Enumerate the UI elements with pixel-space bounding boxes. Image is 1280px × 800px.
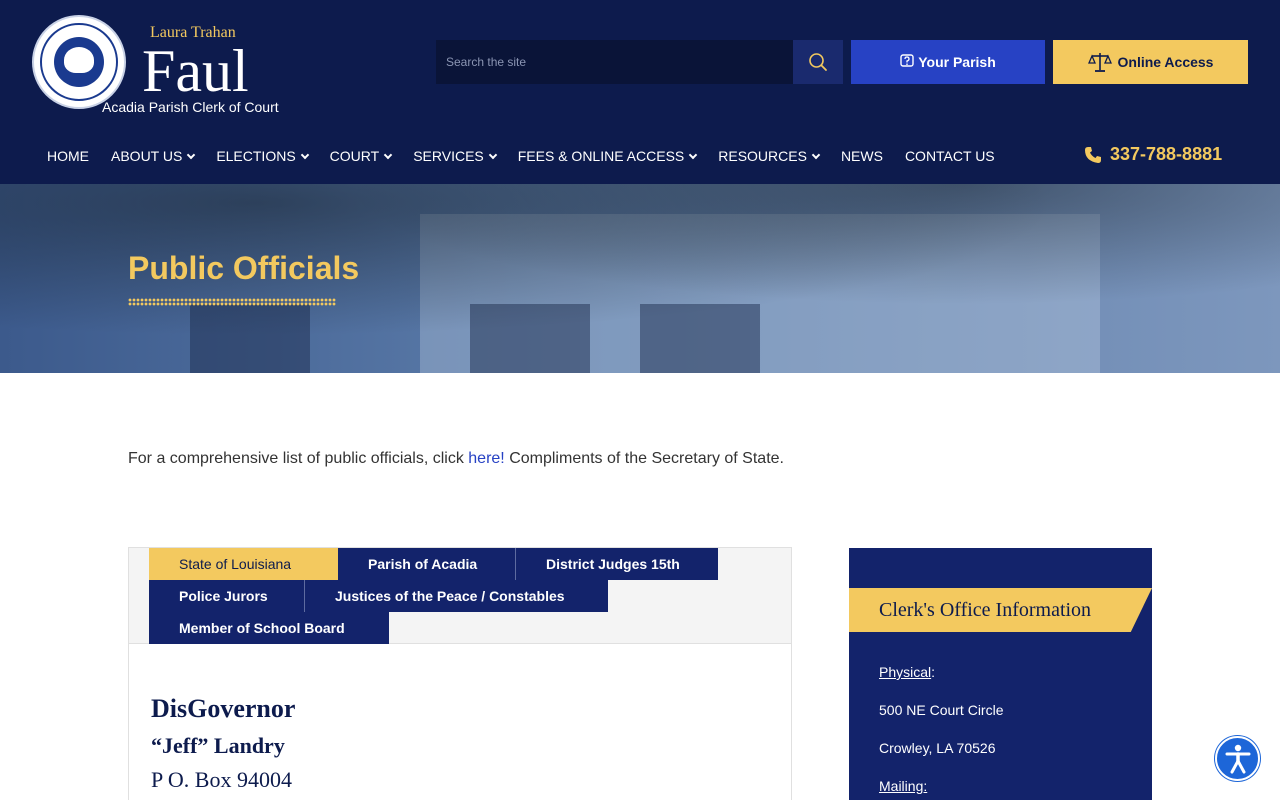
your-parish-label: Your Parish [918,54,996,70]
official-address: P O. Box 94004 [151,767,292,792]
search-input[interactable] [436,40,793,84]
clerk-seal-logo[interactable] [32,15,126,109]
online-access-label: Online Access [1117,54,1214,70]
title-underline-dots [128,298,336,306]
phone-number: 337-788-8881 [1110,144,1223,164]
tab-district-judges[interactable]: District Judges 15th [515,548,718,580]
official-title: DisGovernor [151,694,296,723]
nav-services[interactable]: SERVICES [413,148,497,164]
physical-street: 500 NE Court Circle [879,702,1004,718]
search-button[interactable] [793,40,843,84]
tabs-bar: State of Louisiana Parish of Acadia Dist… [129,548,791,644]
physical-city: Crowley, LA 70526 [879,740,996,756]
question-icon [900,54,914,67]
intro-text-after: Compliments of the Secretary of State. [504,450,784,467]
official-entry: DisGovernor “Jeff” Landry P O. Box 94004 [151,694,295,794]
sidebar-heading: Clerk's Office Information [849,588,1152,632]
officials-tabs-panel: State of Louisiana Parish of Acadia Dist… [128,547,792,800]
nav-label: HOME [47,148,89,164]
tab-justices-of-the-peace[interactable]: Justices of the Peace / Constables [304,580,608,612]
nav-contact-us[interactable]: CONTACT US [905,148,995,164]
hero-banner: Public Officials [0,184,1280,373]
chevron-down-icon [300,150,309,159]
chevron-down-icon [488,150,497,159]
tab-parish-of-acadia[interactable]: Parish of Acadia [338,548,515,580]
logo-subtitle: Acadia Parish Clerk of Court [102,99,279,115]
physical-colon: : [931,664,936,680]
nav-fees-online-access[interactable]: FEES & ONLINE ACCESS [517,148,698,164]
official-name: “Jeff” Landry [151,733,285,758]
main-nav: HOME ABOUT US ELECTIONS COURT SERVICES F… [47,144,1017,168]
secretary-of-state-link[interactable]: here! [468,450,504,467]
accessibility-icon [1225,744,1250,773]
phone-icon [1085,146,1101,163]
tab-member-of-school-board[interactable]: Member of School Board [149,612,389,644]
search-icon [809,53,827,71]
chevron-down-icon [811,150,821,159]
chevron-down-icon [187,150,196,159]
nav-label: COURT [329,148,380,164]
tab-police-jurors[interactable]: Police Jurors [149,580,304,612]
site-header: Laura Trahan Faul Acadia Parish Clerk of… [0,0,1280,184]
online-access-button[interactable]: Online Access [1053,40,1248,84]
intro-text-before: For a comprehensive list of public offic… [128,450,469,467]
tab-state-of-louisiana[interactable]: State of Louisiana [149,548,338,580]
nav-court[interactable]: COURT [329,148,393,164]
mailing-label: Mailing: [879,778,928,794]
clerk-office-sidebar: Clerk's Office Information Physical: 500… [849,548,1152,800]
intro-paragraph: For a comprehensive list of public offic… [128,450,784,468]
nav-home[interactable]: HOME [47,148,89,164]
physical-label: Physical [879,664,932,680]
nav-news[interactable]: NEWS [841,148,883,164]
chevron-down-icon [689,150,698,159]
phone-link[interactable]: 337-788-8881 [1084,144,1222,165]
nav-resources[interactable]: RESOURCES [718,148,821,164]
your-parish-button[interactable]: Your Parish [851,40,1045,84]
accessibility-button[interactable] [1215,736,1260,781]
nav-about-us[interactable]: ABOUT US [111,148,196,164]
nav-label: CONTACT US [904,148,995,164]
page-title: Public Officials [128,250,360,286]
logo-surname[interactable]: Faul [142,36,249,106]
nav-label: NEWS [840,148,883,164]
nav-label: FEES & ONLINE ACCESS [517,148,685,164]
chevron-down-icon [383,150,393,159]
nav-label: ELECTIONS [216,148,296,164]
pelican-icon [64,47,94,73]
nav-label: RESOURCES [718,148,807,164]
physical-label-row: Physical: [879,664,935,680]
nav-label: ABOUT US [111,148,183,164]
scales-icon [1087,53,1112,72]
nav-elections[interactable]: ELECTIONS [216,148,309,164]
nav-label: SERVICES [413,148,484,164]
